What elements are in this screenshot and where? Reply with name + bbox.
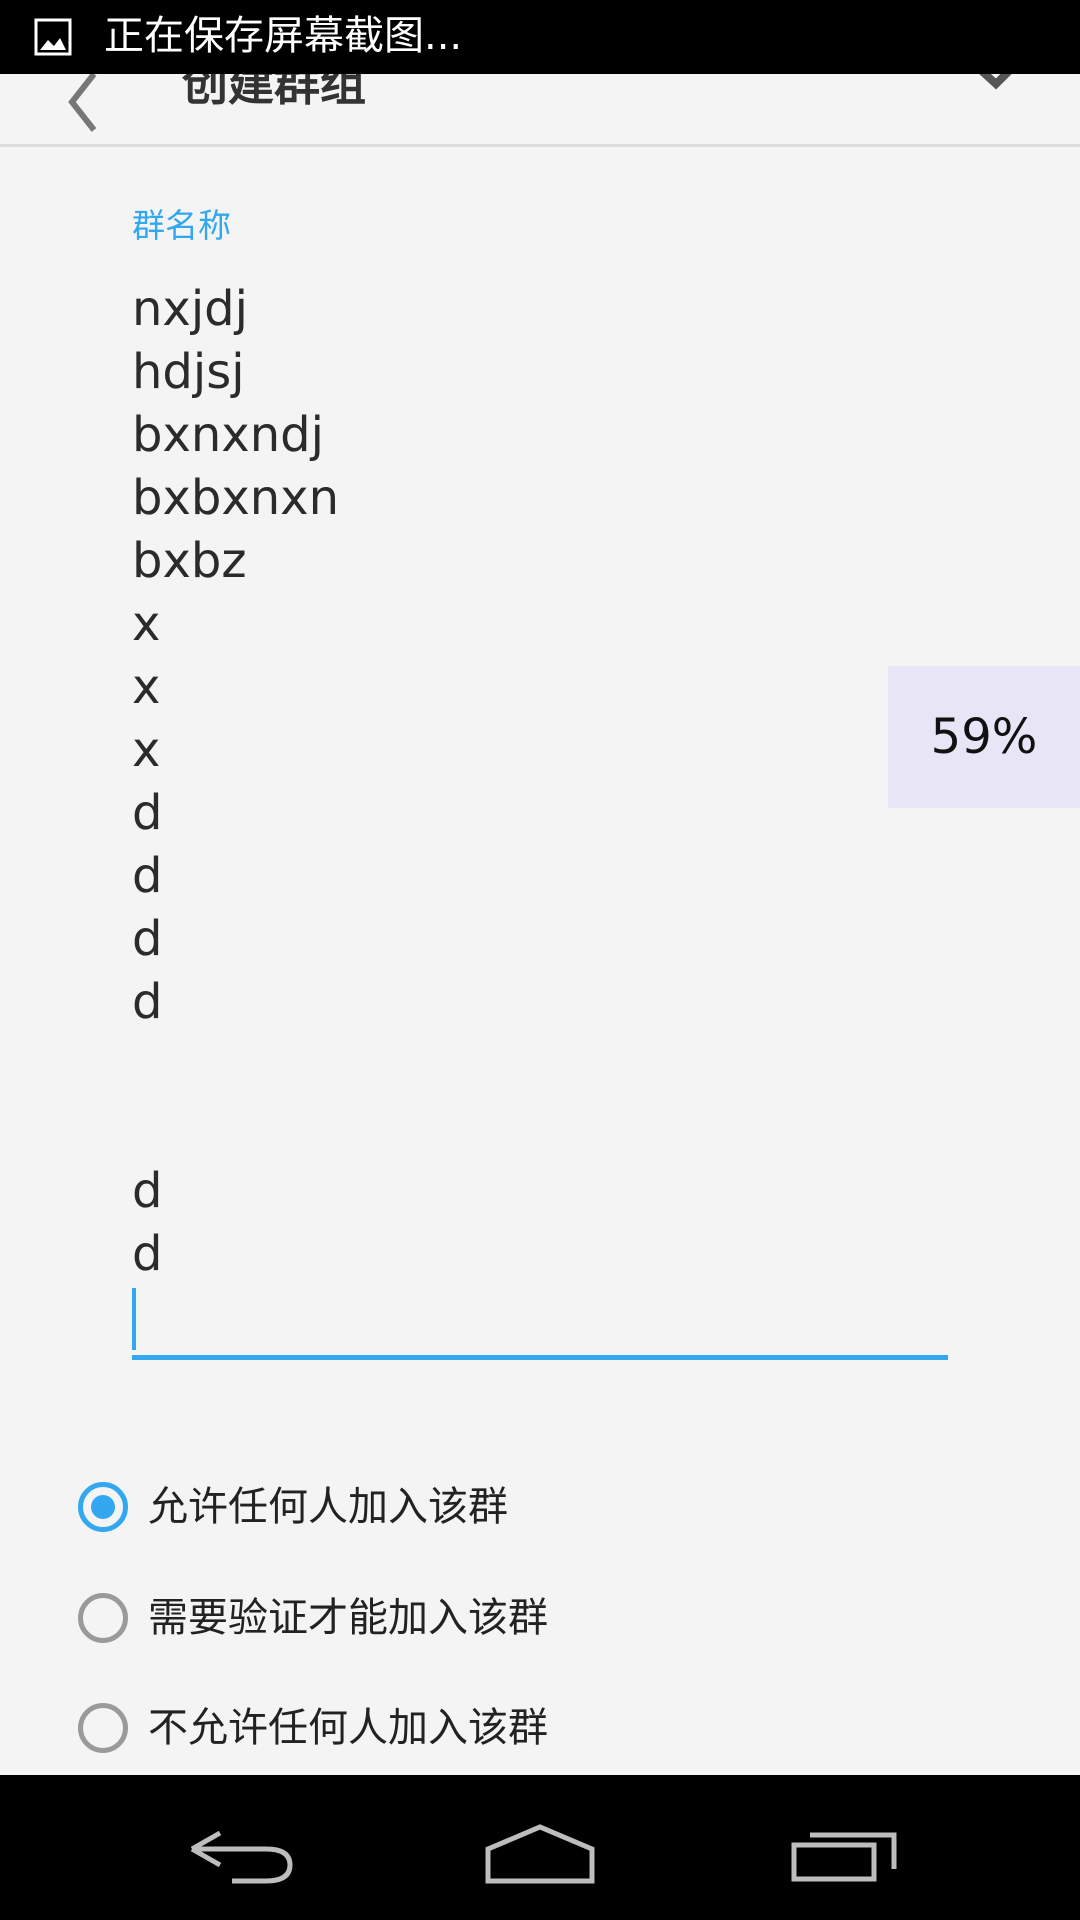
radio-label: 允许任何人加入该群 <box>148 1484 508 1530</box>
nav-back-button[interactable] <box>150 1775 330 1920</box>
status-bar: 正在保存屏幕截图... <box>0 0 1080 74</box>
group-name-input[interactable]: nxjdj hdjsj bxnxndj bxbxnxn bxbz x x x d… <box>132 278 932 1286</box>
status-notification-text: 正在保存屏幕截图... <box>104 13 463 59</box>
radio-option-allow-anyone[interactable]: 允许任何人加入该群 <box>78 1467 978 1547</box>
scroll-percentage-indicator: 59% <box>888 666 1080 808</box>
radio-unselected-icon[interactable] <box>78 1593 128 1643</box>
chevron-left-icon[interactable] <box>58 74 108 144</box>
radio-selected-icon[interactable] <box>78 1482 128 1532</box>
radio-unselected-icon[interactable] <box>78 1703 128 1753</box>
input-underline <box>132 1355 948 1360</box>
nav-home-icon <box>485 1824 595 1884</box>
radio-option-require-verification[interactable]: 需要验证才能加入该群 <box>78 1578 978 1658</box>
action-bar: 创建群组 <box>0 74 1080 147</box>
radio-label: 不允许任何人加入该群 <box>148 1705 548 1751</box>
text-cursor <box>132 1288 136 1350</box>
nav-recents-button[interactable] <box>750 1775 930 1920</box>
group-name-label: 群名称 <box>132 206 231 245</box>
scroll-percentage-label: 59% <box>930 709 1038 765</box>
nav-recents-icon <box>791 1832 897 1882</box>
radio-option-allow-no-one[interactable]: 不允许任何人加入该群 <box>78 1688 978 1768</box>
checkmark-icon[interactable] <box>968 74 1028 98</box>
image-icon <box>34 18 72 56</box>
page-title: 创建群组 <box>182 74 366 111</box>
nav-back-icon <box>190 1830 293 1884</box>
nav-home-button[interactable] <box>450 1775 630 1920</box>
navigation-bar <box>0 1775 1080 1920</box>
radio-label: 需要验证才能加入该群 <box>148 1595 548 1641</box>
